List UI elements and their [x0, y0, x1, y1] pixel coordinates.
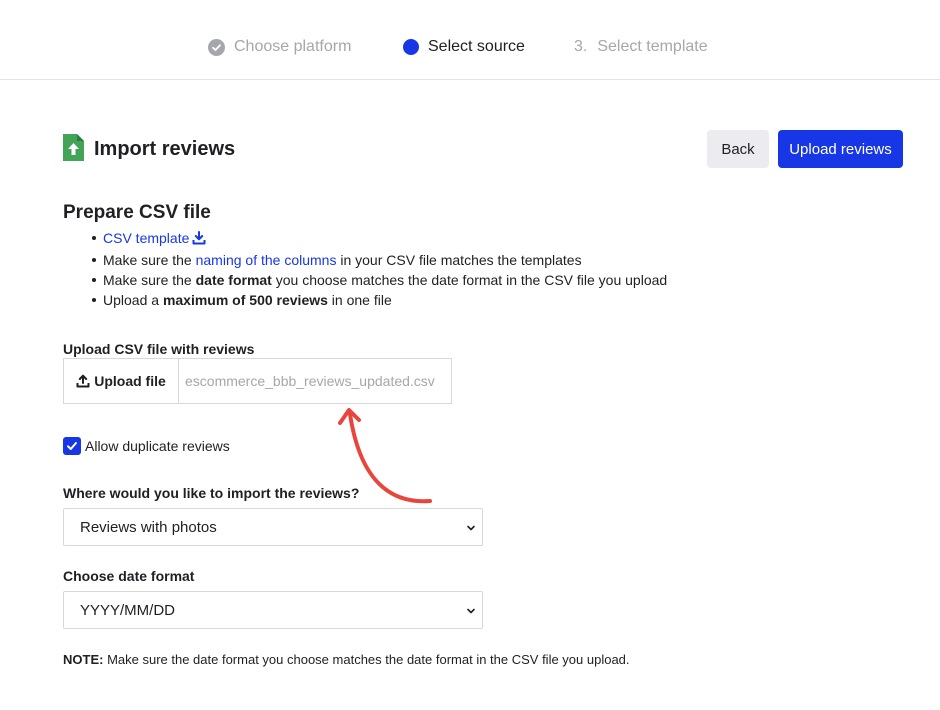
- upload-icon: [76, 374, 90, 388]
- upload-reviews-button[interactable]: Upload reviews: [778, 130, 903, 168]
- section-title: Prepare CSV file: [63, 202, 211, 223]
- list-item: Upload a maximum of 500 reviews in one f…: [91, 290, 667, 310]
- date-format-value: YYYY/MM/DD: [80, 601, 176, 619]
- step-number: 3.: [574, 38, 588, 55]
- chevron-down-icon: [467, 608, 475, 614]
- list-item: Make sure the naming of the columns in y…: [91, 250, 667, 270]
- selected-file-name: escommerce_bbb_reviews_updated.csv: [185, 373, 435, 389]
- step-choose-platform[interactable]: Choose platform: [208, 37, 351, 57]
- allow-duplicates-checkbox[interactable]: [63, 437, 81, 455]
- file-upload-field: Upload file escommerce_bbb_reviews_updat…: [63, 358, 452, 404]
- destination-label: Where would you like to import the revie…: [63, 485, 360, 501]
- destination-select[interactable]: Reviews with photos: [63, 508, 483, 546]
- instructions-list: CSV template Make sure the naming of the…: [91, 228, 668, 310]
- allow-duplicates-label[interactable]: Allow duplicate reviews: [85, 437, 230, 455]
- csv-template-link[interactable]: CSV template: [103, 230, 206, 246]
- list-item: Make sure the date format you choose mat…: [91, 272, 668, 288]
- step-label: Select source: [428, 38, 525, 55]
- step-select-source[interactable]: Select source: [403, 37, 525, 57]
- destination-value: Reviews with photos: [80, 518, 217, 536]
- checkmark-icon: [67, 442, 77, 450]
- date-format-label: Choose date format: [63, 568, 195, 584]
- date-format-select[interactable]: YYYY/MM/DD: [63, 591, 483, 629]
- upload-field-label: Upload CSV file with reviews: [63, 341, 255, 357]
- active-step-dot-icon: [403, 39, 419, 55]
- page-title: Import reviews: [94, 138, 236, 160]
- naming-columns-link[interactable]: naming of the columns: [196, 252, 337, 268]
- csv-file-upload-icon: [63, 134, 84, 161]
- date-format-note: NOTE: Make sure the date format you choo…: [63, 652, 630, 667]
- chevron-down-icon: [467, 525, 475, 531]
- step-label: Choose platform: [234, 38, 352, 55]
- upload-file-button[interactable]: Upload file: [64, 359, 179, 403]
- progress-stepper: Choose platform Select source 3. Select …: [0, 0, 940, 80]
- back-button[interactable]: Back: [707, 130, 769, 168]
- list-item: CSV template: [91, 228, 667, 250]
- download-icon: [192, 230, 206, 250]
- check-circle-icon: [208, 38, 225, 56]
- step-label: Select template: [597, 38, 708, 55]
- step-select-template[interactable]: 3. Select template: [574, 37, 708, 57]
